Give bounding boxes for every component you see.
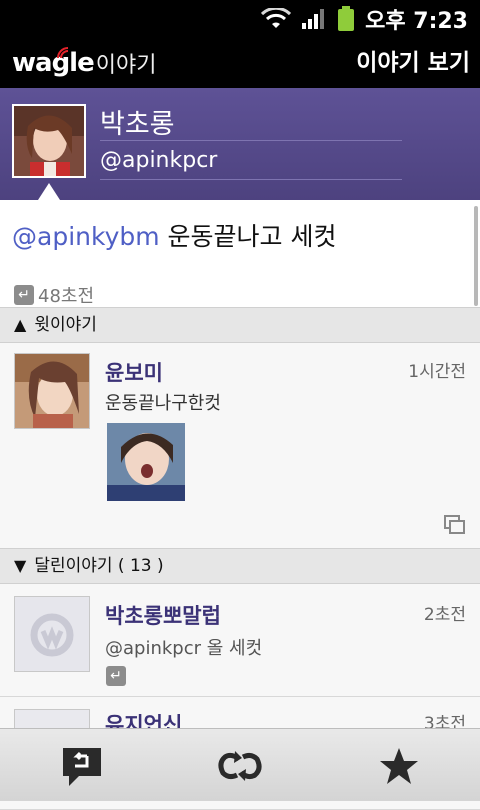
- reply-icon: [63, 748, 101, 786]
- profile-avatar[interactable]: [12, 104, 86, 178]
- retweet-loop-icon: [218, 751, 262, 781]
- signal-arc-icon: [56, 47, 68, 59]
- photo-thumbnail[interactable]: [107, 423, 185, 501]
- page-title: 이야기 보기: [356, 50, 470, 76]
- item-time: 1시간전: [408, 362, 466, 382]
- story-detail: @apinkybm 운동끝나고 세컷 ↵ 48초전: [0, 200, 480, 308]
- story-meta: ↵ 48초전: [14, 282, 94, 308]
- status-bar: 오후 7:23: [0, 0, 480, 38]
- bottom-toolbar: [0, 728, 480, 801]
- section-label: 윗이야기: [34, 315, 97, 335]
- scrollbar[interactable]: [474, 206, 478, 306]
- gallery-icon[interactable]: [444, 515, 466, 535]
- replies-section-header[interactable]: ▼ 달린이야기 ( 13 ): [0, 548, 480, 584]
- logo-subtext: 이야기: [95, 53, 157, 78]
- mention-link[interactable]: @apinkybm: [12, 222, 160, 251]
- story-time: 48초전: [38, 286, 95, 307]
- story-text: @apinkybm 운동끝나고 세컷: [12, 217, 337, 253]
- favorite-button[interactable]: [374, 741, 424, 791]
- profile-header[interactable]: 박초롱 @apinkpcr: [0, 88, 480, 200]
- battery-icon: [338, 6, 355, 31]
- pointer-arrow: [38, 183, 60, 200]
- divider: [100, 179, 402, 180]
- list-item[interactable]: 박초롱뽀말럽 2초전 @apinkpcr 올 세컷 ↵: [0, 584, 480, 697]
- app-logo: wagle 이야기: [12, 44, 156, 82]
- status-time: 오후 7:23: [365, 9, 468, 34]
- logo-wordmark: wagle: [12, 48, 95, 78]
- triangle-up-icon: ▲: [14, 315, 27, 334]
- section-label: 달린이야기 ( 13 ): [34, 556, 164, 576]
- profile-handle: @apinkpcr: [100, 148, 218, 173]
- star-icon: [380, 748, 418, 784]
- retweet-icon: ↵: [14, 285, 34, 305]
- item-author[interactable]: 윤보미: [105, 357, 163, 387]
- divider: [100, 140, 402, 141]
- parent-section-header[interactable]: ▲ 윗이야기: [0, 307, 480, 343]
- item-author[interactable]: 박초롱뽀말럽: [105, 600, 221, 630]
- app-bar: wagle 이야기 이야기 보기: [0, 38, 480, 88]
- list-item[interactable]: 윤보미 1시간전 운동끝나구한컷: [0, 343, 480, 549]
- signal-icon: [302, 9, 325, 29]
- item-text: @apinkpcr 올 세컷: [105, 638, 263, 659]
- wifi-icon: [261, 8, 292, 28]
- item-time: 2초전: [423, 605, 466, 625]
- story-body: 운동끝나고 세컷: [159, 222, 337, 251]
- avatar[interactable]: [14, 596, 90, 672]
- profile-name: 박초롱: [100, 109, 175, 140]
- reply-button[interactable]: [57, 741, 107, 791]
- triangle-down-icon: ▼: [14, 556, 27, 575]
- item-text: 운동끝나구한컷: [105, 393, 221, 414]
- avatar[interactable]: [14, 353, 90, 429]
- retweet-button[interactable]: [215, 741, 265, 791]
- retweet-icon: ↵: [106, 666, 126, 686]
